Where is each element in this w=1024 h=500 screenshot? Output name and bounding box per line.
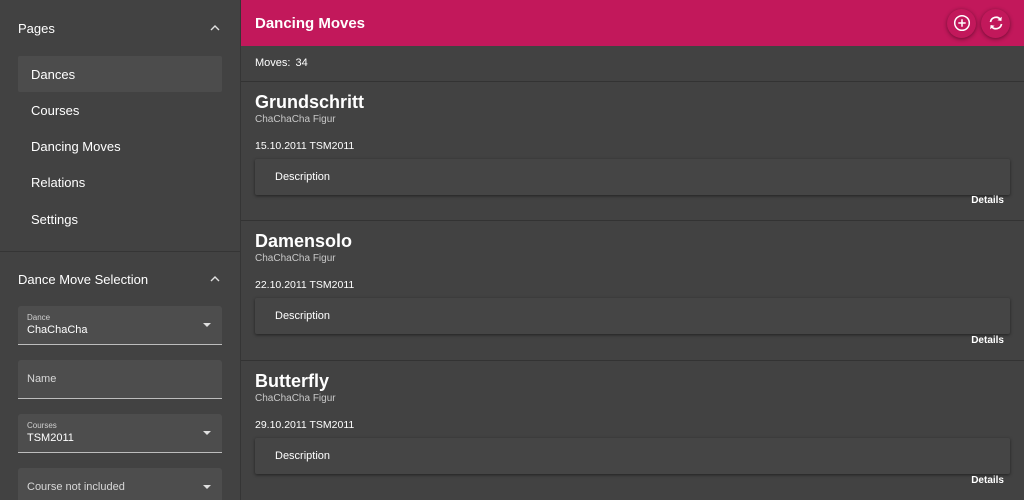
move-title: Butterfly — [255, 371, 330, 392]
move-date: 22.10.2011 TSM2011 — [255, 279, 355, 292]
courses-select-value: TSM2011 — [27, 432, 74, 445]
dropdown-arrow-icon — [203, 323, 211, 328]
course-filter-select[interactable]: Course not included — [18, 468, 222, 500]
move-subtitle: ChaChaCha Figur — [255, 253, 336, 265]
add-circle-icon — [953, 14, 970, 32]
page-title: Dancing Moves — [255, 14, 366, 32]
description-label: Description — [275, 310, 331, 323]
details-button[interactable]: Details — [971, 475, 1004, 486]
nav-item-dances[interactable]: Dances — [18, 56, 222, 92]
name-input-placeholder: Name — [27, 373, 57, 386]
chevron-up-icon[interactable] — [208, 21, 222, 35]
dance-select-label: Dance — [27, 313, 51, 323]
description-label: Description — [275, 450, 331, 463]
refresh-button[interactable] — [981, 8, 1010, 38]
nav-item-relations[interactable]: Relations — [18, 165, 222, 201]
selection-panel-title: Dance Move Selection — [18, 271, 149, 287]
sidebar: Pages Dances Courses Dancing Moves Relat… — [0, 0, 241, 500]
move-date: 29.10.2011 TSM2011 — [255, 419, 355, 432]
move-subtitle: ChaChaCha Figur — [255, 113, 336, 125]
dropdown-arrow-icon — [203, 431, 211, 436]
move-title: Damensolo — [255, 231, 353, 252]
moves-count-value: 34 — [295, 57, 308, 70]
top-app-bar: Dancing Moves — [241, 0, 1024, 46]
description-panel[interactable]: Description — [255, 438, 1010, 475]
pages-nav: Dances Courses Dancing Moves Relations S… — [0, 56, 240, 237]
nav-item-dancing-moves[interactable]: Dancing Moves — [18, 129, 222, 165]
name-input[interactable]: Name — [18, 360, 222, 400]
move-subtitle: ChaChaCha Figur — [255, 393, 336, 405]
move-card: Butterfly ChaChaCha Figur 29.10.2011 TSM… — [241, 360, 1024, 500]
move-title: Grundschritt — [255, 91, 365, 112]
pages-panel-title: Pages — [18, 20, 55, 36]
move-card: Damensolo ChaChaCha Figur 22.10.2011 TSM… — [241, 220, 1024, 361]
nav-item-label: Courses — [31, 102, 80, 118]
details-button[interactable]: Details — [971, 335, 1004, 346]
nav-item-settings[interactable]: Settings — [18, 201, 222, 237]
toolbar-actions — [947, 8, 1010, 38]
refresh-icon — [989, 16, 1002, 30]
details-button[interactable]: Details — [971, 195, 1004, 206]
moves-count: Moves: 34 — [241, 46, 1024, 81]
nav-item-courses[interactable]: Courses — [18, 92, 222, 128]
course-filter-value: Course not included — [27, 481, 125, 494]
description-label: Description — [275, 170, 331, 183]
pages-panel-header[interactable]: Pages — [0, 0, 240, 56]
dropdown-arrow-icon — [203, 485, 211, 490]
nav-item-label: Settings — [31, 211, 78, 227]
description-panel[interactable]: Description — [255, 158, 1010, 195]
nav-item-label: Dances — [31, 66, 76, 82]
dance-select[interactable]: Dance ChaChaCha — [18, 306, 222, 346]
nav-item-label: Relations — [31, 175, 86, 191]
courses-select[interactable]: Courses TSM2011 — [18, 414, 222, 454]
chevron-up-icon[interactable] — [208, 272, 222, 286]
courses-select-label: Courses — [27, 421, 57, 431]
nav-item-label: Dancing Moves — [31, 139, 121, 155]
dance-select-value: ChaChaCha — [27, 324, 88, 337]
moves-count-label: Moves: — [255, 57, 291, 70]
move-date: 15.10.2011 TSM2011 — [255, 139, 355, 152]
main-content: Dancing Moves Moves: 34 Grundschritt Cha… — [241, 0, 1024, 500]
app: Pages Dances Courses Dancing Moves Relat… — [0, 0, 1024, 500]
add-move-button[interactable] — [947, 8, 976, 38]
selection-panel-header[interactable]: Dance Move Selection — [0, 252, 240, 306]
description-panel[interactable]: Description — [255, 298, 1010, 335]
move-card: Grundschritt ChaChaCha Figur 15.10.2011 … — [241, 80, 1024, 221]
